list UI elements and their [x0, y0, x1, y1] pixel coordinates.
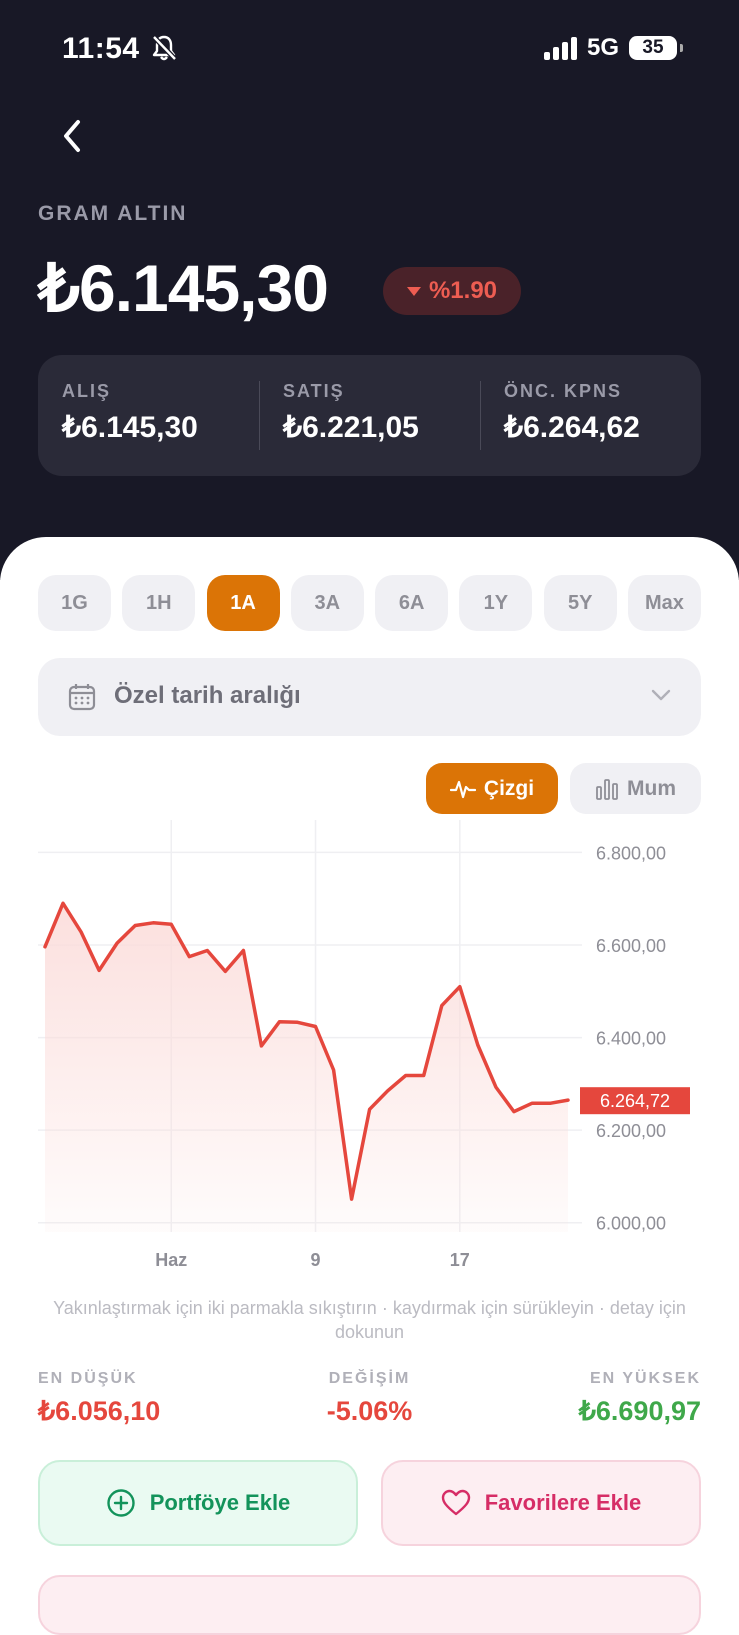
period-1a[interactable]: 1A [207, 575, 280, 631]
period-1g[interactable]: 1G [38, 575, 111, 631]
calendar-icon [68, 683, 96, 711]
add-favorites-label: Favorilere Ekle [485, 1490, 642, 1516]
date-range-label: Özel tarih aralığı [114, 682, 301, 710]
chevron-down-icon [651, 688, 671, 702]
price-area [45, 903, 568, 1232]
x-tick-label: 17 [450, 1250, 470, 1270]
add-favorites-button[interactable]: Favorilere Ekle [381, 1460, 701, 1546]
action-buttons: Portföye Ekle Favorilere Ekle [38, 1460, 701, 1546]
period-max[interactable]: Max [628, 575, 701, 631]
candlestick-icon [595, 777, 619, 801]
price-stats: ALIŞ ₺6.145,30 SATIŞ ₺6.221,05 ÖNC. KPNS… [38, 355, 701, 476]
candle-chart-button[interactable]: Mum [570, 763, 701, 814]
high-label: EN YÜKSEK [579, 1370, 701, 1388]
header: 11:54 5G 35 GRAM ALTIN ₺6.145,30 %1.90 A… [0, 0, 739, 580]
date-range-dropdown[interactable]: Özel tarih aralığı [38, 658, 701, 736]
plus-circle-icon [106, 1488, 136, 1518]
y-tick-label: 6.800,00 [596, 843, 666, 863]
bell-slash-icon [150, 34, 178, 62]
pulse-icon [450, 778, 476, 800]
x-tick-label: Haz [155, 1250, 187, 1270]
period-1h[interactable]: 1H [122, 575, 195, 631]
range-summary: EN DÜŞÜK ₺6.056,10 DEĞİŞİM -5.06% EN YÜK… [38, 1370, 701, 1440]
candle-chart-label: Mum [627, 777, 676, 801]
line-chart-button[interactable]: Çizgi [426, 763, 558, 814]
battery-level: 35 [642, 37, 663, 58]
signal-icon [544, 36, 577, 60]
stat-prev-close: ÖNC. KPNS ₺6.264,62 [480, 355, 701, 476]
current-price-label: 6.264,72 [600, 1091, 670, 1111]
current-price: ₺6.145,30 [38, 250, 328, 327]
period-selector: 1G 1H 1A 3A 6A 1Y 5Y Max [38, 575, 701, 631]
asset-name: GRAM ALTIN [38, 202, 187, 226]
stat-label: SATIŞ [283, 381, 480, 402]
x-tick-label: 9 [311, 1250, 321, 1270]
period-1y[interactable]: 1Y [459, 575, 532, 631]
line-chart-label: Çizgi [484, 777, 534, 801]
y-tick-label: 6.000,00 [596, 1214, 666, 1234]
y-tick-label: 6.600,00 [596, 936, 666, 956]
stat-sell: SATIŞ ₺6.221,05 [259, 355, 480, 476]
gesture-hint: Yakınlaştırmak için iki parmakla sıkıştı… [38, 1296, 701, 1344]
stat-value: ₺6.145,30 [62, 410, 259, 445]
add-portfolio-button[interactable]: Portföye Ekle [38, 1460, 358, 1546]
stat-value: ₺6.264,62 [504, 410, 701, 445]
stat-value: ₺6.221,05 [283, 410, 480, 445]
add-portfolio-label: Portföye Ekle [150, 1490, 291, 1516]
back-icon[interactable] [54, 114, 94, 158]
down-triangle-icon [407, 287, 421, 296]
y-tick-label: 6.400,00 [596, 1029, 666, 1049]
stat-label: ÖNC. KPNS [504, 381, 701, 402]
clock: 11:54 [62, 32, 140, 66]
period-6a[interactable]: 6A [375, 575, 448, 631]
stat-label: ALIŞ [62, 381, 259, 402]
period-5y[interactable]: 5Y [544, 575, 617, 631]
next-card-peek [38, 1575, 701, 1635]
stat-buy: ALIŞ ₺6.145,30 [38, 355, 259, 476]
change-badge: %1.90 [383, 267, 521, 315]
summary-high: EN YÜKSEK ₺6.690,97 [579, 1370, 701, 1427]
high-value: ₺6.690,97 [579, 1396, 701, 1427]
change-percent: %1.90 [429, 277, 497, 305]
network-type: 5G [587, 34, 619, 62]
price-chart[interactable]: Haz 9 17 6.800,00 6.600,00 6.400,00 6.200,00 6.… [0, 820, 739, 1280]
heart-icon [441, 1489, 471, 1517]
status-bar: 11:54 5G 35 [62, 30, 677, 70]
y-tick-label: 6.200,00 [596, 1121, 666, 1141]
period-3a[interactable]: 3A [291, 575, 364, 631]
battery-icon: 35 [629, 36, 677, 60]
